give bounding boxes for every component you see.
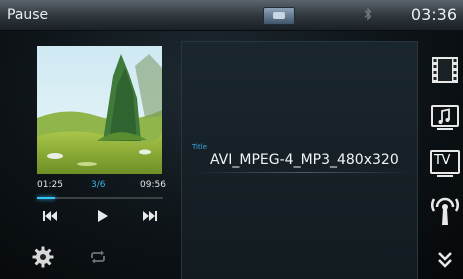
music-note-icon[interactable] xyxy=(429,100,461,134)
total-time: 09:56 xyxy=(140,180,166,190)
progress-fill xyxy=(37,197,56,199)
divider xyxy=(192,172,414,173)
repeat-icon[interactable] xyxy=(88,249,108,265)
skip-forward-icon[interactable] xyxy=(140,208,160,224)
source-icon[interactable] xyxy=(263,7,295,25)
title-value: AVI_MPEG-4_MP3_480x320 xyxy=(210,152,399,168)
double-chevron-down-icon[interactable] xyxy=(429,249,461,271)
play-icon[interactable] xyxy=(92,208,112,224)
clock: 03:36 xyxy=(410,5,457,24)
status-bar: Pause 03:36 xyxy=(0,0,463,31)
skip-back-icon[interactable] xyxy=(40,208,60,224)
bluetooth-icon xyxy=(364,7,372,21)
track-counter: 3/6 xyxy=(91,180,106,190)
radio-antenna-icon[interactable] xyxy=(429,193,461,227)
playback-status: Pause xyxy=(7,7,49,23)
tv-label: TV xyxy=(434,153,450,168)
film-icon[interactable] xyxy=(429,53,461,87)
elapsed-time: 01:25 xyxy=(37,180,63,190)
progress-bar[interactable] xyxy=(37,197,163,199)
album-art xyxy=(37,46,162,174)
track-info-panel: Title AVI_MPEG-4_MP3_480x320 xyxy=(181,41,418,279)
media-player-screen: Pause 03:36 01:25 3/6 09:56 Title AVI_MP… xyxy=(0,0,463,279)
tv-button[interactable]: TV xyxy=(429,147,461,181)
gear-icon[interactable] xyxy=(32,246,54,268)
title-label: Title xyxy=(192,143,208,151)
